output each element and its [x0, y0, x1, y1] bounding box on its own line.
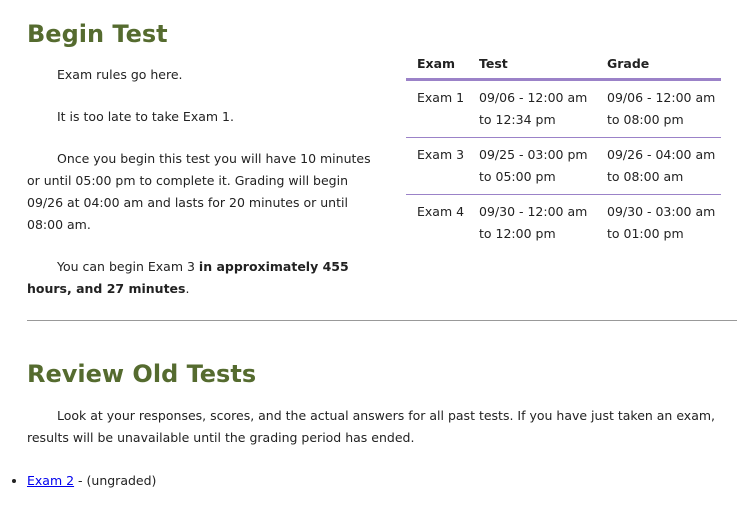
cell-test: 09/25 - 03:00 pm to 05:00 pm — [468, 137, 596, 195]
next-exam-prefix: You can begin Exam 3 — [57, 259, 199, 274]
list-item: Exam 2 - (ungraded) — [27, 470, 156, 492]
exam-rules-text: Exam rules go here. — [57, 67, 183, 82]
cell-exam: Exam 4 — [417, 204, 465, 219]
review-old-tests-heading: Review Old Tests — [27, 360, 257, 388]
cell-grade: 09/06 - 12:00 am to 08:00 pm — [596, 79, 721, 138]
cell-grade: 09/26 - 04:00 am to 08:00 am — [596, 137, 721, 195]
cell-exam: Exam 1 — [406, 79, 468, 138]
cell-test: 09/30 - 12:00 am to 12:00 pm — [479, 204, 588, 241]
old-tests-list: Exam 2 - (ungraded) — [0, 470, 156, 492]
review-description: Look at your responses, scores, and the … — [27, 408, 716, 445]
cell-exam: Exam 3 — [406, 137, 468, 195]
column-header-exam: Exam — [406, 48, 468, 81]
next-exam-text: You can begin Exam 3 in approximately 45… — [27, 256, 387, 300]
table-row: Exam 3 09/25 - 03:00 pm to 05:00 pm 09/2… — [406, 137, 721, 195]
exam-2-status: - (ungraded) — [74, 473, 157, 488]
test-duration-text: Once you begin this test you will have 1… — [27, 151, 371, 232]
column-header-grade: Grade — [596, 48, 721, 81]
table-row: Exam 4 09/30 - 12:00 am to 12:00 pm 09/3… — [406, 195, 721, 252]
table-header-row: Exam Test Grade — [406, 48, 721, 81]
section-divider — [27, 320, 737, 321]
cell-test: 09/06 - 12:00 am to 12:34 pm — [468, 79, 596, 138]
exam-2-link[interactable]: Exam 2 — [27, 473, 74, 488]
begin-test-info: Exam rules go here. It is too late to ta… — [27, 64, 387, 319]
next-exam-suffix: . — [185, 281, 190, 296]
begin-test-heading: Begin Test — [27, 20, 168, 48]
late-notice-text: It is too late to take Exam 1. — [57, 109, 234, 124]
cell-grade: 09/30 - 03:00 am to 01:00 pm — [607, 204, 716, 241]
exam-schedule-table: Exam Test Grade Exam 1 09/06 - 12:00 am … — [406, 48, 721, 251]
column-header-test: Test — [468, 48, 596, 81]
table-row: Exam 1 09/06 - 12:00 am to 12:34 pm 09/0… — [406, 79, 721, 138]
